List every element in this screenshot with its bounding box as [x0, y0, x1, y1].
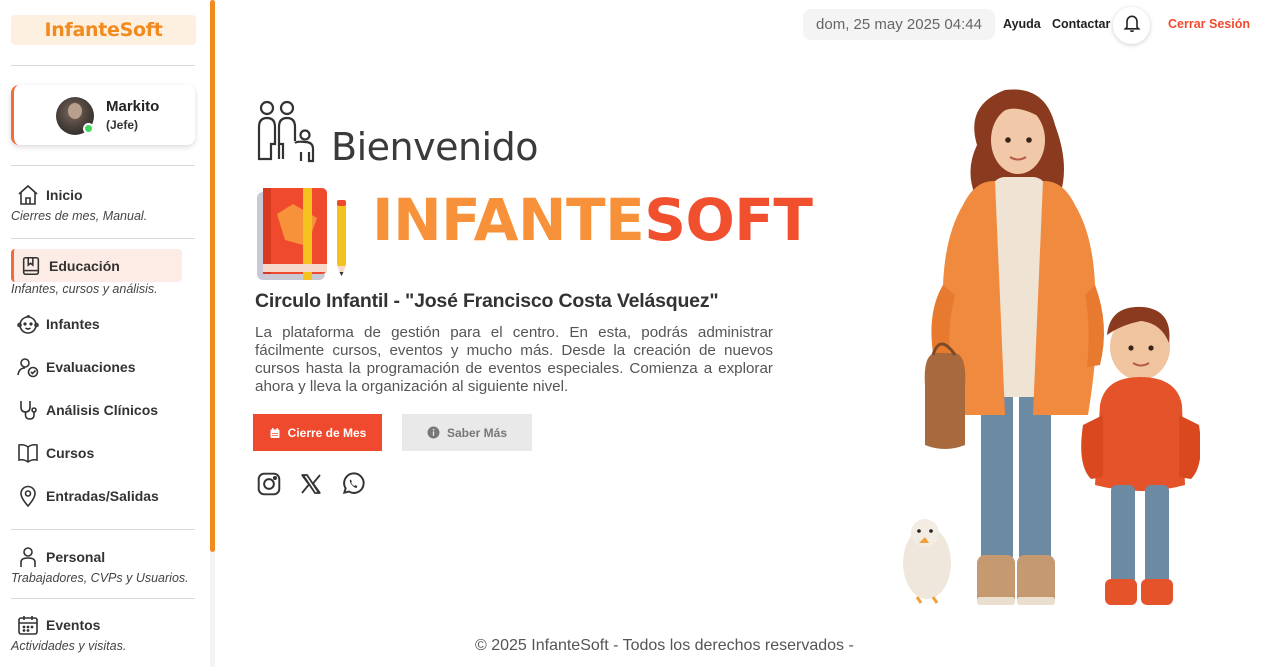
sidebar-item-label: Inicio — [46, 187, 83, 203]
x-icon[interactable] — [297, 470, 325, 498]
brand-title-part1: INFANTE — [372, 186, 645, 254]
brand-title-part2: SOFT — [644, 186, 813, 254]
divider — [11, 65, 195, 66]
sidebar-item-eventos[interactable]: Eventos Actividades y visitas. — [11, 611, 195, 653]
bell-icon — [1122, 13, 1142, 38]
sidebar-item-subtitle: Cierres de mes, Manual. — [11, 209, 148, 223]
evaluation-icon — [15, 354, 41, 380]
notifications-button[interactable] — [1113, 7, 1150, 44]
book-icon — [18, 253, 44, 279]
sidebar-item-inicio[interactable]: Inicio Cierres de mes, Manual. — [11, 181, 195, 223]
sidebar-item-educacion[interactable]: Educación Infantes, cursos y análisis. — [11, 249, 195, 296]
month-close-button[interactable]: Cierre de Mes — [253, 414, 382, 451]
calendar-icon — [269, 427, 281, 439]
home-icon — [15, 182, 41, 208]
sidebar-item-cursos[interactable]: Cursos — [11, 439, 195, 467]
calendar-icon — [15, 612, 41, 638]
sidebar-item-label: Análisis Clínicos — [46, 402, 159, 418]
divider — [11, 238, 195, 239]
welcome-text: Bienvenido — [331, 125, 538, 169]
sidebar-item-label: Personal — [46, 549, 106, 565]
whatsapp-icon[interactable] — [339, 470, 367, 498]
sidebar-item-evaluaciones[interactable]: Evaluaciones — [11, 353, 195, 381]
sidebar-item-label: Evaluaciones — [46, 359, 136, 375]
learn-more-button-label: Saber Más — [446, 425, 508, 440]
app-logo-text: InfanteSoft — [44, 19, 163, 41]
sidebar-item-label: Infantes — [46, 316, 100, 332]
sidebar-item-infantes[interactable]: Infantes — [11, 310, 195, 338]
open-book-icon — [15, 440, 41, 466]
divider — [11, 529, 195, 530]
learn-more-button[interactable]: Saber Más — [402, 414, 532, 451]
center-name: Circulo Infantil - "José Francisco Costa… — [255, 290, 719, 312]
family-icon — [255, 99, 319, 170]
help-link[interactable]: Ayuda — [1003, 17, 1041, 31]
user-role: (Jefe) — [106, 118, 139, 132]
sidebar-item-personal[interactable]: Personal Trabajadores, CVPs y Usuarios. — [11, 543, 195, 585]
month-close-button-label: Cierre de Mes — [287, 425, 367, 440]
page: InfanteSoft Markito (Jefe) Inicio Cierre… — [0, 0, 1271, 667]
info-icon — [427, 426, 440, 439]
online-status-indicator — [83, 123, 94, 134]
footer-copyright: © 2025 InfanteSoft - Todos los derechos … — [475, 637, 854, 654]
divider — [11, 165, 195, 166]
sidebar-item-subtitle: Actividades y visitas. — [11, 639, 127, 653]
welcome-heading: Bienvenido — [255, 99, 538, 170]
sidebar-item-label: Entradas/Salidas — [46, 488, 159, 504]
location-pin-icon — [15, 483, 41, 509]
notebook-logo-icon — [255, 186, 353, 282]
sidebar-item-label: Eventos — [46, 617, 101, 633]
current-datetime: dom, 25 may 2025 04:44 — [803, 9, 995, 40]
sidebar: InfanteSoft Markito (Jefe) Inicio Cierre… — [0, 0, 210, 667]
brand-title: INFANTESOFT — [372, 191, 813, 249]
instagram-icon[interactable] — [255, 470, 283, 498]
user-name: Markito — [106, 98, 160, 115]
sidebar-item-subtitle: Trabajadores, CVPs y Usuarios. — [11, 571, 189, 585]
sidebar-scrollbar[interactable] — [210, 0, 215, 552]
sidebar-item-entradas-salidas[interactable]: Entradas/Salidas — [11, 482, 195, 510]
app-logo[interactable]: InfanteSoft — [11, 15, 196, 45]
sidebar-item-label: Educación — [49, 257, 120, 274]
stethoscope-icon — [15, 397, 41, 423]
logout-link[interactable]: Cerrar Sesión — [1168, 17, 1250, 31]
sidebar-item-label: Cursos — [46, 445, 95, 461]
baby-face-icon — [15, 311, 41, 337]
sidebar-item-analisis-clinicos[interactable]: Análisis Clínicos — [11, 396, 195, 424]
person-icon — [15, 544, 41, 570]
divider — [11, 598, 195, 599]
hero-description: La plataforma de gestión para el centro.… — [255, 324, 773, 395]
contact-link[interactable]: Contactar — [1052, 17, 1110, 31]
family-illustration — [895, 85, 1201, 615]
user-card[interactable]: Markito (Jefe) — [11, 85, 195, 145]
sidebar-item-subtitle: Infantes, cursos y análisis. — [11, 282, 158, 296]
